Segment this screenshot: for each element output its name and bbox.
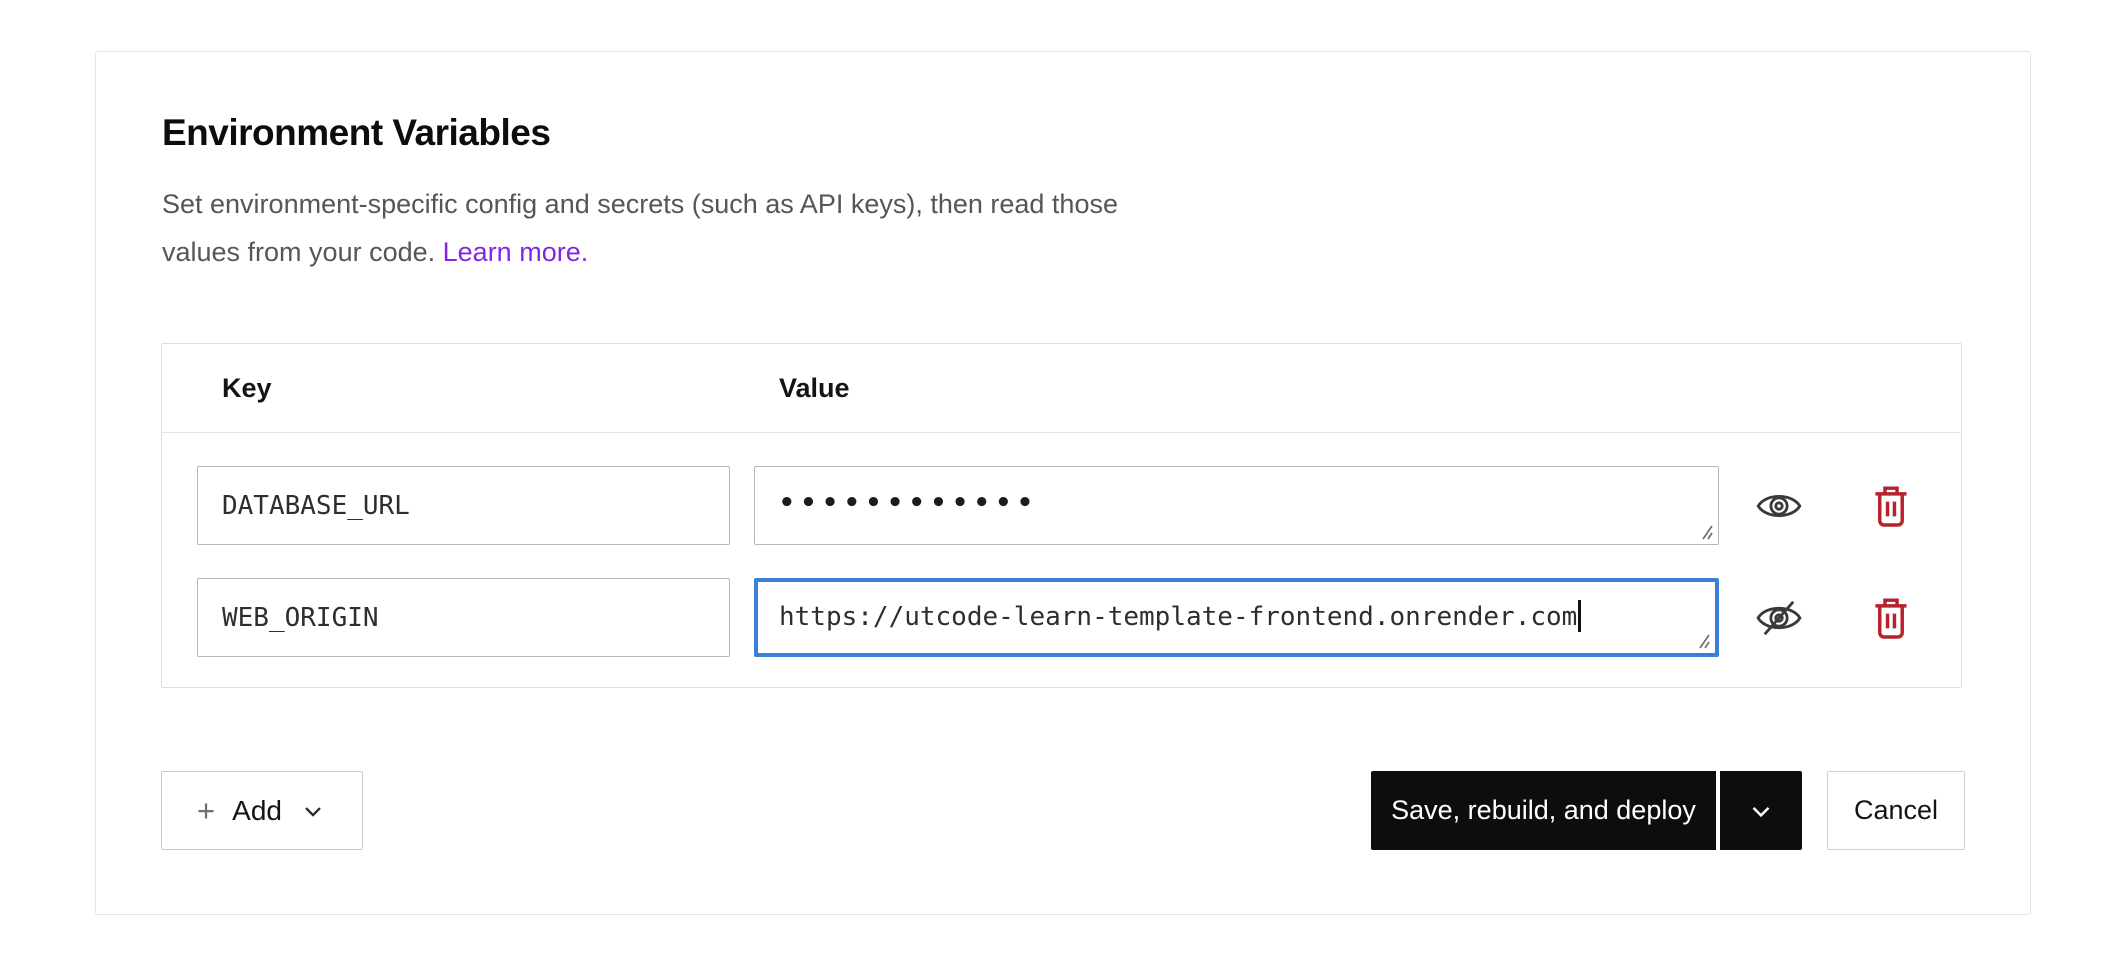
env-key-input-web-origin[interactable]	[197, 578, 730, 657]
env-key-input-database-url[interactable]	[197, 466, 730, 545]
key-column-header: Key	[222, 344, 272, 432]
plus-icon: +	[197, 793, 215, 829]
chevron-down-icon	[1746, 796, 1776, 826]
trash-icon	[1872, 484, 1910, 528]
page-title: Environment Variables	[162, 112, 550, 154]
cancel-button-label: Cancel	[1854, 795, 1938, 826]
description-line-2: values from your code.	[162, 237, 435, 267]
value-column-header: Value	[779, 344, 850, 432]
delete-variable-button[interactable]	[1866, 478, 1916, 534]
add-button-label: Add	[232, 795, 282, 827]
delete-variable-button[interactable]	[1866, 590, 1916, 646]
eye-off-icon	[1756, 599, 1802, 637]
trash-icon	[1872, 596, 1910, 640]
text-cursor	[1578, 600, 1581, 632]
chevron-down-icon	[299, 797, 327, 825]
env-value-input-database-url[interactable]: ••••••••••••	[754, 466, 1719, 545]
env-value-text: https://utcode-learn-template-frontend.o…	[779, 602, 1577, 632]
description-line-1: Set environment-specific config and secr…	[162, 180, 1118, 228]
panel-description: Set environment-specific config and secr…	[162, 180, 1118, 276]
env-value-input-web-origin[interactable]: https://utcode-learn-template-frontend.o…	[754, 578, 1719, 657]
reveal-value-button[interactable]	[1750, 483, 1808, 529]
resize-handle[interactable]	[1695, 633, 1711, 649]
add-variable-button[interactable]: + Add	[161, 771, 363, 850]
env-vars-table-header: Key Value	[162, 344, 1961, 433]
masked-value-text: ••••••••••••	[779, 488, 1039, 518]
save-button-label: Save, rebuild, and deploy	[1391, 795, 1696, 826]
hide-value-button[interactable]	[1750, 593, 1808, 643]
save-options-dropdown-button[interactable]	[1720, 771, 1802, 850]
env-vars-table: Key Value ••••••••••••	[161, 343, 1962, 688]
cancel-button[interactable]: Cancel	[1827, 771, 1965, 850]
learn-more-link[interactable]: Learn more.	[443, 237, 589, 267]
environment-variables-panel: Environment Variables Set environment-sp…	[95, 51, 2031, 915]
save-rebuild-deploy-button[interactable]: Save, rebuild, and deploy	[1371, 771, 1716, 850]
eye-icon	[1756, 489, 1802, 523]
resize-handle[interactable]	[1698, 524, 1714, 540]
